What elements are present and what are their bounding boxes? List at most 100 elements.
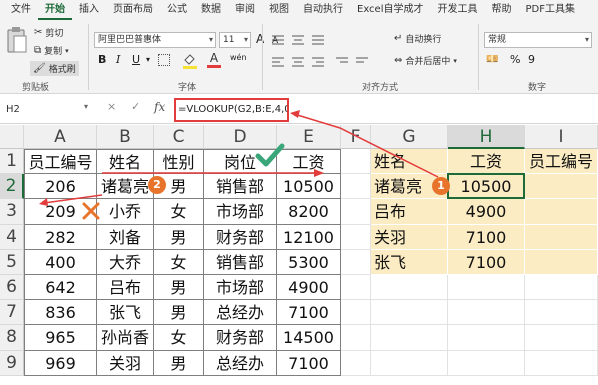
grid-cell[interactable] xyxy=(525,300,598,326)
lookup-header-cell[interactable]: 员工编号 xyxy=(525,149,598,175)
font-name-select[interactable]: 阿里巴巴普惠体 ▾ xyxy=(94,32,216,48)
grid-cell[interactable] xyxy=(341,300,371,326)
column-header-d[interactable]: D xyxy=(204,125,277,149)
row-header-3[interactable]: 3 xyxy=(0,199,24,225)
lookup-cell[interactable] xyxy=(525,199,598,225)
table-cell[interactable]: 吕布 xyxy=(97,275,154,301)
column-header-c[interactable]: C xyxy=(154,125,204,149)
lookup-cell[interactable] xyxy=(525,174,598,200)
table-cell[interactable]: 4900 xyxy=(277,275,341,301)
format-painter-button[interactable]: 🖌 格式刷 xyxy=(30,61,79,76)
comma-style-button[interactable]: 9 xyxy=(528,53,535,67)
ribbon-tab[interactable]: 公式 xyxy=(160,0,194,20)
grid-cell[interactable] xyxy=(341,149,371,175)
font-color-button[interactable]: A xyxy=(206,51,222,69)
column-header-b[interactable]: B xyxy=(97,125,154,149)
table-cell[interactable]: 969 xyxy=(24,350,97,376)
grid-cell[interactable] xyxy=(341,275,371,301)
lookup-cell[interactable]: 7100 xyxy=(448,224,525,250)
grid-cell[interactable] xyxy=(341,350,371,376)
fill-color-button[interactable] xyxy=(182,53,198,69)
grid-cell[interactable] xyxy=(341,249,371,275)
table-cell[interactable]: 女 xyxy=(154,199,204,225)
table-cell[interactable]: 大乔 xyxy=(97,249,154,275)
ribbon-tab[interactable]: 页面布局 xyxy=(106,0,160,20)
chevron-down-icon[interactable]: ▾ xyxy=(65,47,69,55)
ribbon-tab[interactable]: PDF工具集 xyxy=(519,0,582,20)
row-header-1[interactable]: 1 xyxy=(0,149,24,175)
row-header-4[interactable]: 4 xyxy=(0,224,24,250)
table-cell[interactable]: 男 xyxy=(154,350,204,376)
ribbon-tab[interactable]: 插入 xyxy=(72,0,106,20)
lookup-cell[interactable] xyxy=(525,224,598,250)
table-cell[interactable]: 诸葛亮 xyxy=(97,174,154,200)
lookup-cell[interactable]: 4900 xyxy=(448,199,525,225)
lookup-cell[interactable]: 7100 xyxy=(448,249,525,275)
row-header-9[interactable]: 9 xyxy=(0,350,24,376)
ribbon-tab[interactable]: 文件 xyxy=(4,0,38,20)
grid-cell[interactable] xyxy=(448,275,525,301)
table-cell[interactable]: 关羽 xyxy=(97,350,154,376)
table-cell[interactable]: 12100 xyxy=(277,224,341,250)
table-cell[interactable]: 642 xyxy=(24,275,97,301)
ribbon-tab[interactable]: 帮助 xyxy=(485,0,519,20)
row-header-7[interactable]: 7 xyxy=(0,300,24,326)
table-cell[interactable]: 8200 xyxy=(277,199,341,225)
column-header-g[interactable]: G xyxy=(371,125,448,149)
grid-cell[interactable] xyxy=(448,350,525,376)
ribbon-tab[interactable]: 数据 xyxy=(194,0,228,20)
worksheet-grid[interactable]: A B C D E F G H I 1 2 3 4 5 6 7 8 9 员工编号 姓名 性别 岗位 工资 206 诸葛亮男销售部… xyxy=(0,125,598,385)
ribbon-tab[interactable]: 开始 xyxy=(38,0,72,20)
row-header-8[interactable]: 8 xyxy=(0,325,24,351)
ribbon-tab[interactable]: 开发工具 xyxy=(431,0,485,20)
column-header-i[interactable]: I xyxy=(525,125,598,149)
chevron-down-icon[interactable]: ▾ xyxy=(146,53,150,67)
bold-button[interactable]: B xyxy=(98,53,106,67)
italic-button[interactable]: I xyxy=(116,53,120,67)
table-cell[interactable]: 张飞 xyxy=(97,300,154,326)
table-cell[interactable]: 206 xyxy=(24,174,97,200)
grid-cell[interactable] xyxy=(448,300,525,326)
table-header-cell[interactable]: 工资 xyxy=(277,149,341,175)
table-header-cell[interactable]: 员工编号 xyxy=(24,149,97,175)
grid-cell[interactable] xyxy=(341,325,371,351)
table-cell[interactable]: 刘备 xyxy=(97,224,154,250)
grid-cell[interactable] xyxy=(371,325,448,351)
ribbon-tab[interactable]: Excel自学成才 xyxy=(350,0,431,20)
accounting-format-button[interactable]: 💴 xyxy=(486,53,498,67)
table-cell[interactable]: 财务部 xyxy=(204,325,277,351)
number-format-select[interactable]: 常规 ▾ xyxy=(484,32,592,48)
table-cell[interactable]: 400 xyxy=(24,249,97,275)
table-cell[interactable]: 男 xyxy=(154,224,204,250)
insert-function-button[interactable]: fx xyxy=(154,100,165,114)
table-cell[interactable]: 男 xyxy=(154,300,204,326)
ribbon-tab[interactable]: 审阅 xyxy=(228,0,262,20)
table-cell[interactable]: 5300 xyxy=(277,249,341,275)
enter-formula-button[interactable]: ✓ xyxy=(131,100,140,113)
table-cell[interactable]: 女 xyxy=(154,325,204,351)
table-cell[interactable]: 市场部 xyxy=(204,275,277,301)
lookup-cell[interactable]: 10500 xyxy=(448,174,525,200)
table-cell[interactable]: 男 xyxy=(154,275,204,301)
grid-cell[interactable] xyxy=(341,224,371,250)
chevron-down-icon[interactable]: ▾ xyxy=(453,57,457,65)
table-cell[interactable]: 965 xyxy=(24,325,97,351)
grid-cell[interactable] xyxy=(371,275,448,301)
column-header-e[interactable]: E xyxy=(277,125,341,149)
grid-cell[interactable] xyxy=(371,350,448,376)
table-cell[interactable]: 总经办 xyxy=(204,350,277,376)
grid-cell[interactable] xyxy=(341,174,371,200)
formula-input[interactable]: =VLOOKUP(G2,B:E,4,0) xyxy=(174,98,289,122)
wrap-text-button[interactable]: ↵ 自动换行 xyxy=(394,32,441,45)
table-cell[interactable]: 孙尚香 xyxy=(97,325,154,351)
lookup-header-cell[interactable]: 工资 xyxy=(448,149,525,175)
merge-center-button[interactable]: ⇔ 合并后居中 ▾ xyxy=(394,54,457,67)
table-cell[interactable]: 836 xyxy=(24,300,97,326)
table-cell[interactable]: 销售部 xyxy=(204,174,277,200)
table-cell[interactable]: 女 xyxy=(154,249,204,275)
borders-button[interactable] xyxy=(158,54,170,66)
table-cell[interactable]: 7100 xyxy=(277,350,341,376)
table-cell[interactable]: 小乔 xyxy=(97,199,154,225)
table-cell[interactable]: 10500 xyxy=(277,174,341,200)
ribbon-tab[interactable]: 自动执行 xyxy=(296,0,350,20)
